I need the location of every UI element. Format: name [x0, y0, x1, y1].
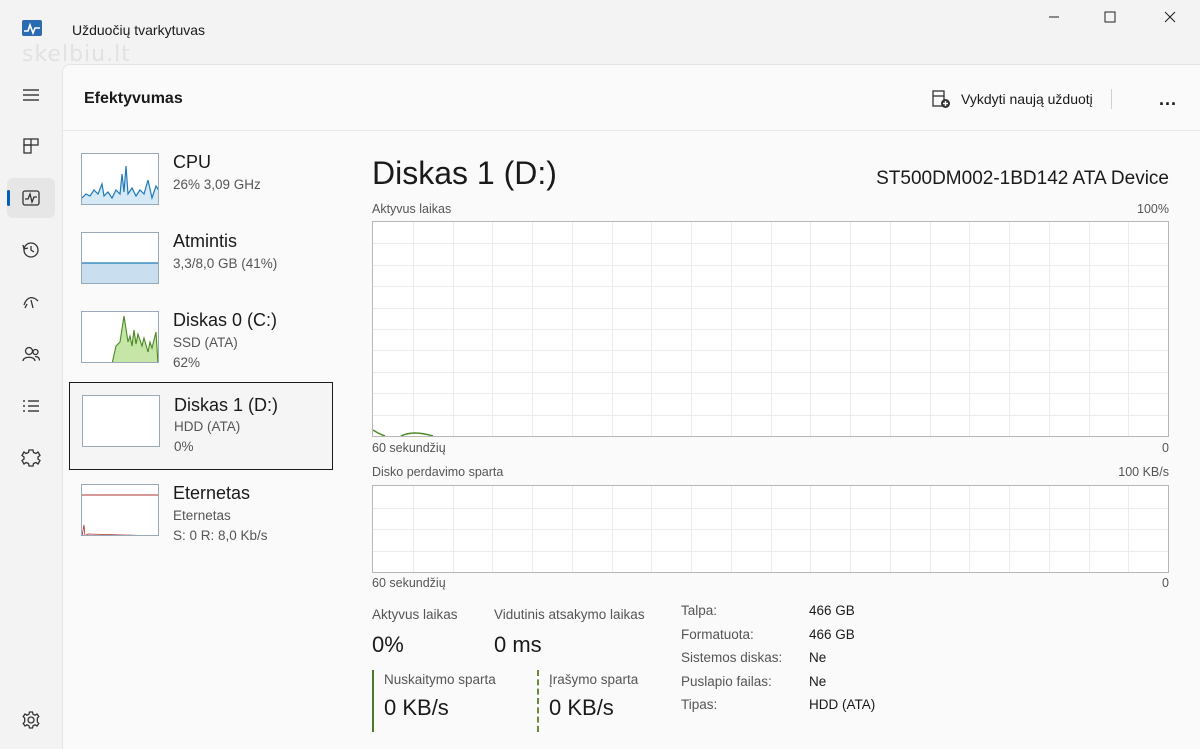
close-icon [1164, 11, 1176, 23]
transfer-rate-graph-label: Disko perdavimo sparta [372, 465, 504, 479]
device-name: CPU [173, 152, 212, 172]
response-time-value: 0 ms [494, 632, 542, 657]
property-value: HDD (ATA) [809, 697, 876, 712]
active-time-graph-duration: 60 sekundžių [372, 441, 446, 455]
device-subtitle: 26% 3,09 GHz [173, 177, 261, 192]
device-value: S: 0 R: 8,0 Kb/s [173, 528, 268, 543]
disk-title: Diskas 1 (D:) [372, 155, 557, 191]
maximize-icon [1104, 11, 1116, 23]
nav-performance[interactable] [7, 178, 55, 218]
device-subtitle: 3,3/8,0 GB (41%) [173, 256, 278, 271]
device-disk-1[interactable]: Diskas 1 (D:) HDD (ATA) 0% [69, 382, 333, 470]
services-icon [21, 449, 41, 467]
nav-app-history[interactable] [7, 230, 55, 270]
active-time-graph-max: 100% [1137, 202, 1169, 216]
disk-model: ST500DM002-1BD142 ATA Device [876, 168, 1169, 189]
details-icon [23, 400, 39, 412]
maximize-button[interactable] [1080, 0, 1140, 34]
nav-details[interactable] [7, 386, 55, 426]
page-title: Efektyvumas [84, 90, 183, 107]
active-time-graph-label: Aktyvus laikas [372, 202, 452, 216]
disk-1-thumbnail-graph [82, 395, 160, 447]
device-subtitle: Eternetas [173, 508, 231, 523]
minimize-icon [1049, 16, 1059, 18]
close-button[interactable] [1140, 0, 1200, 34]
response-time-label: Vidutinis atsakymo laikas [494, 607, 645, 622]
read-speed-value: 0 KB/s [384, 695, 449, 720]
write-speed-box: Įrašymo sparta 0 KB/s [537, 670, 667, 732]
settings-icon [22, 711, 40, 729]
transfer-rate-graph-max: 100 KB/s [1118, 465, 1169, 479]
title-bar: Užduočių tvarkytuvas skelbiu.lt [0, 0, 1200, 67]
run-new-task-label: Vykdyti naują užduotį [961, 91, 1093, 107]
nav-users[interactable] [7, 334, 55, 374]
minimize-button[interactable] [1024, 0, 1084, 34]
property-key: Talpa: [681, 603, 718, 618]
device-name: Diskas 0 (C:) [173, 310, 278, 330]
window-title: Užduočių tvarkytuvas [72, 22, 206, 38]
ethernet-thumbnail-graph [81, 484, 159, 536]
app-history-icon [22, 242, 39, 258]
disk-0-thumbnail-graph [81, 311, 159, 363]
property-key: Puslapio failas: [681, 673, 772, 689]
write-speed-label: Įrašymo sparta [549, 672, 639, 687]
transfer-rate-graph-min: 0 [1162, 576, 1169, 590]
main-panel: Efektyvumas Vykdyti naują užduotį ... CP… [62, 64, 1200, 749]
write-speed-value: 0 KB/s [549, 695, 614, 720]
active-time-label: Aktyvus laikas [372, 607, 458, 622]
run-task-icon [932, 90, 950, 108]
memory-thumbnail-graph [81, 232, 159, 284]
property-key: Tipas: [681, 697, 718, 712]
property-value: Ne [809, 673, 827, 689]
active-time-graph [372, 221, 1169, 437]
device-name: Diskas 1 (D:) [174, 395, 279, 415]
read-speed-box: Nuskaitymo sparta 0 KB/s [372, 670, 522, 732]
device-subtitle: HDD (ATA) [174, 419, 241, 434]
hamburger-menu-button[interactable] [7, 75, 55, 115]
property-value: 466 GB [809, 603, 855, 618]
more-options-button[interactable]: ... [1153, 85, 1183, 113]
active-time-value: 0% [372, 632, 404, 657]
page-header: Efektyvumas Vykdyti naują užduotį ... [63, 65, 1200, 131]
navigation-rail [0, 64, 62, 749]
users-icon [22, 346, 41, 362]
graph2-grid [373, 486, 1168, 572]
property-key: Formatuota: [681, 626, 754, 642]
startup-apps-icon [23, 297, 39, 309]
nav-processes[interactable] [7, 126, 55, 166]
nav-startup-apps[interactable] [7, 282, 55, 322]
performance-icon [22, 190, 40, 206]
graph1-grid [373, 222, 1168, 436]
property-key: Sistemos diskas: [681, 650, 783, 665]
run-new-task-button[interactable]: Vykdyti naują užduotį [931, 87, 1112, 111]
read-speed-label: Nuskaitymo sparta [384, 672, 496, 687]
device-subtitle: SSD (ATA) [173, 335, 238, 350]
hamburger-menu-icon [23, 89, 39, 101]
device-value: 0% [174, 439, 194, 454]
header-divider [1110, 89, 1112, 109]
nav-services[interactable] [7, 438, 55, 478]
property-value: 466 GB [809, 626, 855, 642]
transfer-rate-graph [372, 485, 1169, 573]
property-value: Ne [809, 650, 827, 665]
device-name: Eternetas [173, 483, 251, 503]
device-memory[interactable]: Atmintis 3,3/8,0 GB (41%) [69, 222, 333, 310]
active-time-series-line [373, 429, 434, 436]
device-cpu[interactable]: CPU 26% 3,09 GHz [69, 143, 333, 231]
active-time-graph-min: 0 [1162, 441, 1169, 455]
processes-icon [23, 138, 39, 154]
cpu-thumbnail-graph [81, 153, 159, 205]
device-ethernet[interactable]: Eternetas Eternetas S: 0 R: 8,0 Kb/s [69, 474, 333, 562]
device-value: 62% [173, 355, 201, 370]
transfer-rate-graph-duration: 60 sekundžių [372, 576, 446, 590]
more-options-icon: ... [1158, 88, 1177, 109]
device-disk-0[interactable]: Diskas 0 (C:) SSD (ATA) 62% [69, 301, 333, 389]
device-name: Atmintis [173, 231, 238, 251]
nav-settings[interactable] [7, 700, 55, 740]
task-manager-app-icon [22, 20, 42, 40]
